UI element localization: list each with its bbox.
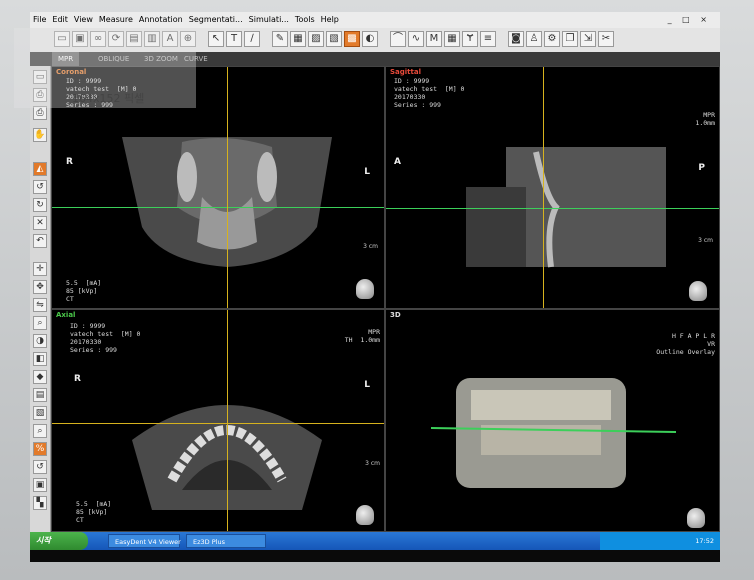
rotate-cw-icon[interactable]: ↻	[33, 198, 47, 212]
crosshair-vertical[interactable]	[543, 67, 544, 308]
landscape-icon[interactable]: ▧	[326, 31, 342, 47]
person-icon[interactable]: ♙	[526, 31, 542, 47]
measure-m-icon[interactable]: M	[426, 31, 442, 47]
export-icon[interactable]: ⇲	[580, 31, 596, 47]
checker-icon[interactable]: ▚	[33, 496, 47, 510]
orientation-left: R	[74, 374, 81, 384]
mpr-layout-icon[interactable]: ▩	[344, 31, 360, 47]
text-tool-icon[interactable]: T	[226, 31, 242, 47]
sagittal-viewport[interactable]: Sagittal ID : 9999 vatech test [M] 0 201…	[385, 66, 720, 309]
menu-measure[interactable]: Measure	[96, 12, 136, 28]
orientation-right: P	[698, 163, 705, 173]
taskbar-item-ez3d[interactable]: Ez3D Plus	[186, 534, 266, 548]
menu-annotation[interactable]: Annotation	[136, 12, 186, 28]
axial-viewport[interactable]: Axial ID : 9999 vatech test [M] 0 201703…	[51, 309, 385, 532]
start-button[interactable]: 시작	[30, 532, 88, 550]
hand-icon[interactable]: ✋	[33, 128, 47, 142]
zoom-icon[interactable]: ⌕	[33, 316, 47, 330]
sagittal-image	[466, 147, 666, 268]
volume-icon[interactable]: ◐	[362, 31, 378, 47]
menu-tools[interactable]: Tools	[292, 12, 318, 28]
head-orientation-icon	[687, 508, 705, 528]
skull-3d-render	[430, 378, 677, 488]
menu-segmentation[interactable]: Segmentati...	[186, 12, 246, 28]
crosshair-horizontal[interactable]	[52, 207, 384, 208]
pen-icon[interactable]: ∕	[244, 31, 260, 47]
ruler-icon[interactable]: ≡	[480, 31, 496, 47]
menu-file[interactable]: File	[30, 12, 49, 28]
window-level-icon[interactable]: ◭	[33, 162, 47, 176]
layers-icon[interactable]: ▧	[33, 406, 47, 420]
taskbar-item-viewer[interactable]: EasyDent V4 Viewer	[108, 534, 181, 548]
thickness-icon[interactable]: ▤	[33, 388, 47, 402]
contrast-icon[interactable]: ◑	[33, 334, 47, 348]
orientation-left: R	[66, 157, 73, 167]
print2-icon[interactable]: ⎙	[33, 106, 47, 120]
window-controls[interactable]: _ □ ×	[665, 12, 714, 28]
menu-bar: File Edit View Measure Annotation Segmen…	[30, 12, 720, 28]
orientation-right: L	[364, 380, 370, 390]
tag-icon[interactable]: %	[33, 442, 47, 456]
head-orientation-icon	[356, 505, 374, 525]
axial-image	[132, 405, 322, 510]
screenshot-icon[interactable]: ▣	[33, 478, 47, 492]
orientation-left: A	[394, 157, 401, 167]
crosshair-horizontal[interactable]	[386, 208, 719, 209]
grid-icon[interactable]: ▦	[444, 31, 460, 47]
copy-icon[interactable]: ❐	[562, 31, 578, 47]
tools-icon[interactable]: ✂	[598, 31, 614, 47]
menu-help[interactable]: Help	[318, 12, 342, 28]
nerve-icon[interactable]: ∿	[408, 31, 424, 47]
render-3d-viewport[interactable]: 3D H F A P L R VR Outline Overlay	[385, 309, 720, 532]
crosshair-vertical[interactable]	[227, 67, 228, 308]
rotate-ccw-icon[interactable]: ↺	[33, 180, 47, 194]
sharpen-icon[interactable]: ◆	[33, 370, 47, 384]
camera-icon[interactable]: ◙	[508, 31, 524, 47]
crosshair-vertical[interactable]	[227, 310, 228, 531]
head-orientation-icon	[356, 279, 374, 299]
search-icon[interactable]: ⌕	[33, 424, 47, 438]
acquisition-info: 5.5 [mA] 85 [kVp] CT	[76, 500, 112, 524]
head-orientation-icon	[689, 281, 707, 301]
flip-icon[interactable]: ⇋	[33, 298, 47, 312]
menu-view[interactable]: View	[71, 12, 96, 28]
taskbar: 시작 EasyDent V4 Viewer Ez3D Plus 17:52	[30, 532, 720, 550]
undo-icon[interactable]: ↶	[33, 234, 47, 248]
edit-icon[interactable]: ✎	[272, 31, 288, 47]
scale-label: 3 cm	[698, 237, 713, 244]
left-tool-panel: ▭ ⎙ ⎙ ✋ ◭ ↺ ↻ ✕ ↶ ✛ ✥ ⇋ ⌕ ◑ ◧ ◆ ▤ ▧ ⌕ % …	[30, 66, 51, 532]
scale-label: 3 cm	[365, 460, 380, 467]
close-icon[interactable]: ✕	[33, 216, 47, 230]
menu-simulation[interactable]: Simulati...	[246, 12, 292, 28]
dimension-overlay: 164x152 픽셀	[14, 28, 196, 108]
gear-icon[interactable]: ⚙	[544, 31, 560, 47]
acquisition-info: 5.5 [mA] 85 [kVp] CT	[66, 279, 102, 303]
overlay-text: 164x152 픽셀	[72, 92, 145, 105]
pan-icon[interactable]: ✥	[33, 280, 47, 294]
crosshair-icon[interactable]: ✛	[33, 262, 47, 276]
curve-icon[interactable]: ⌒	[390, 31, 406, 47]
reset-icon[interactable]: ↺	[33, 460, 47, 474]
invert-icon[interactable]: ◧	[33, 352, 47, 366]
pointer-icon[interactable]: ↖	[208, 31, 224, 47]
crosshair-horizontal[interactable]	[52, 423, 384, 424]
orientation-right: L	[364, 167, 370, 177]
system-tray-clock[interactable]: 17:52	[600, 532, 720, 550]
menu-edit[interactable]: Edit	[49, 12, 71, 28]
scale-label: 3 cm	[363, 243, 378, 250]
film-icon[interactable]: ▦	[290, 31, 306, 47]
photo-icon[interactable]: ▨	[308, 31, 324, 47]
implant-icon[interactable]: Ɏ	[462, 31, 478, 47]
